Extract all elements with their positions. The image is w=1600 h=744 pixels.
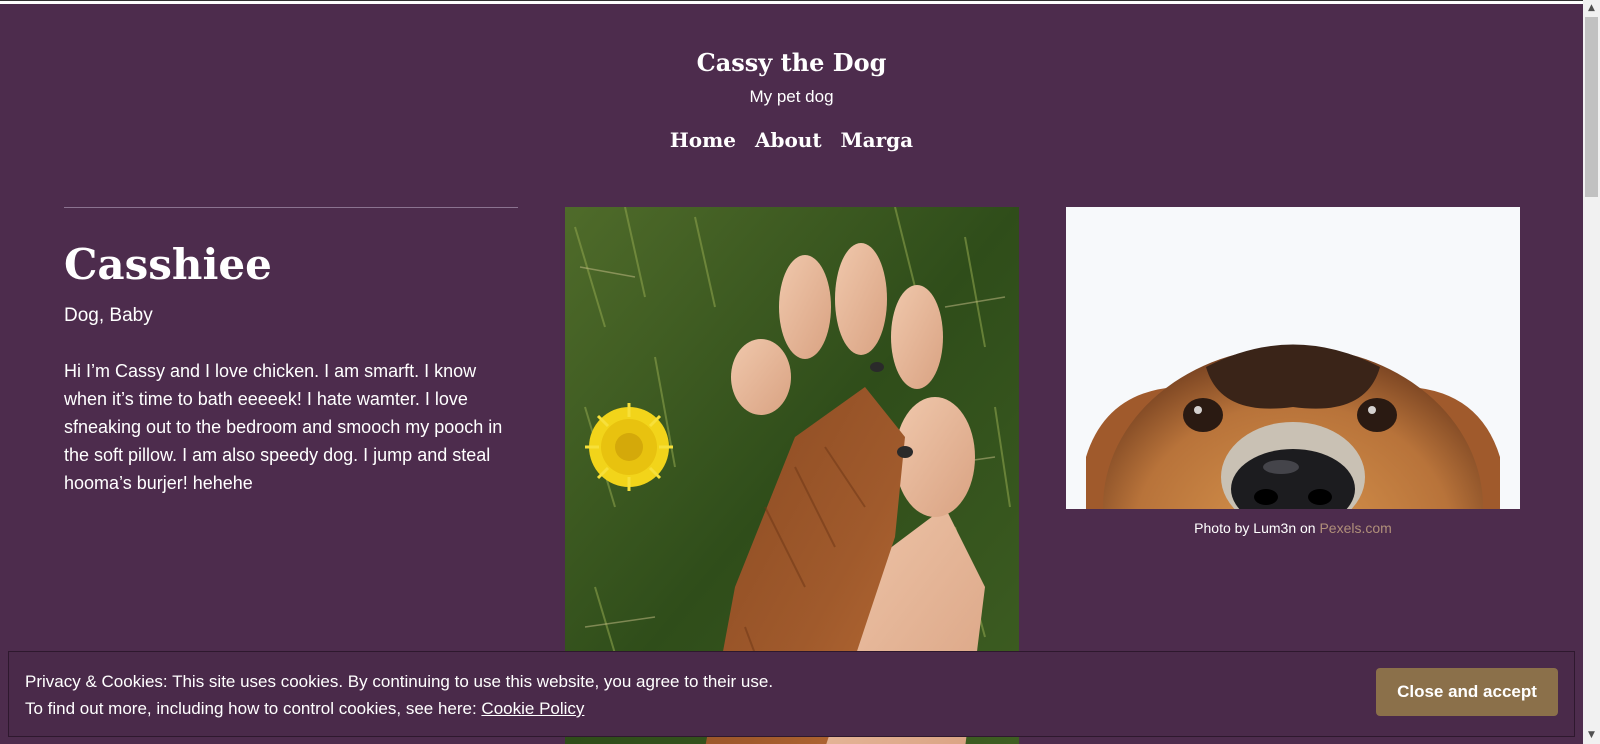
vertical-scrollbar[interactable]: ▲ ▼ [1583,0,1600,744]
post-title[interactable]: Casshiee [64,240,272,289]
cookie-notice-line-1: Privacy & Cookies: This site uses cookie… [25,672,774,691]
post-categories: Dog, Baby [64,305,153,326]
cookie-policy-link[interactable]: Cookie Policy [481,699,584,718]
site-title[interactable]: Cassy the Dog [0,48,1583,77]
post-content: Hi I’m Cassy and I love chicken. I am sm… [64,361,503,493]
main-navigation: Home About Marga [0,128,1583,152]
scroll-down-arrow-icon[interactable]: ▼ [1583,727,1600,744]
pexels-link[interactable]: Pexels.com [1319,520,1391,536]
nav-item-marga[interactable]: Marga [841,128,914,152]
page: Cassy the Dog My pet dog Home About Marg… [0,4,1583,744]
nav-item-home[interactable]: Home [670,128,736,152]
close-and-accept-button[interactable]: Close and accept [1376,668,1558,716]
post-divider [64,207,518,208]
cookie-notice-line-2-text: To find out more, including how to contr… [25,699,482,718]
scroll-up-arrow-icon[interactable]: ▲ [1583,0,1600,17]
photo-caption: Photo by Lum3n on Pexels.com [1066,520,1520,536]
site-tagline: My pet dog [749,87,834,106]
dog-peeking-photo [1066,207,1520,509]
nav-item-about[interactable]: About [755,128,822,152]
cookie-notice: Privacy & Cookies: This site uses cookie… [8,651,1575,737]
photo-credit: Photo by Lum3n on [1194,520,1320,536]
cookie-notice-text: Privacy & Cookies: This site uses cookie… [25,668,1125,722]
cookie-notice-line-2: To find out more, including how to contr… [25,695,1125,722]
scroll-thumb[interactable] [1585,17,1598,197]
